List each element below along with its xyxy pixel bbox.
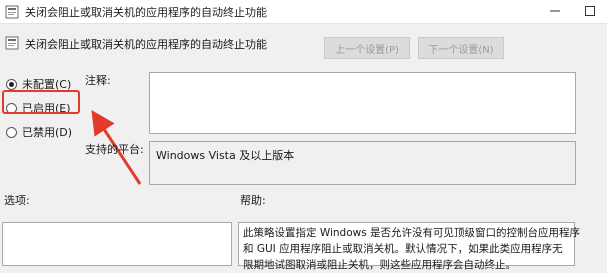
options-label: 选项: <box>4 194 30 207</box>
comment-textarea[interactable] <box>149 72 576 134</box>
supported-on-field: Windows Vista 及以上版本 <box>149 141 576 185</box>
help-line: 限期地试图取消或阻止关机，则这些应用程序会自动终止。 <box>243 259 516 271</box>
help-label: 帮助: <box>240 194 266 207</box>
supported-on-label: 支持的平台: <box>85 143 144 156</box>
help-panel: 此策略设置指定 Windows 是否允许没有可见顶级窗口的控制台应用程序 和 G… <box>238 222 581 271</box>
help-line: 此策略设置指定 Windows 是否允许没有可见顶级窗口的控制台应用程序 <box>243 227 581 239</box>
help-line: 和 GUI 应用程序阻止或取消关机。默认情况下，如果此类应用程序无 <box>243 243 563 255</box>
options-panel <box>2 222 232 266</box>
comment-label: 注释: <box>85 74 111 87</box>
